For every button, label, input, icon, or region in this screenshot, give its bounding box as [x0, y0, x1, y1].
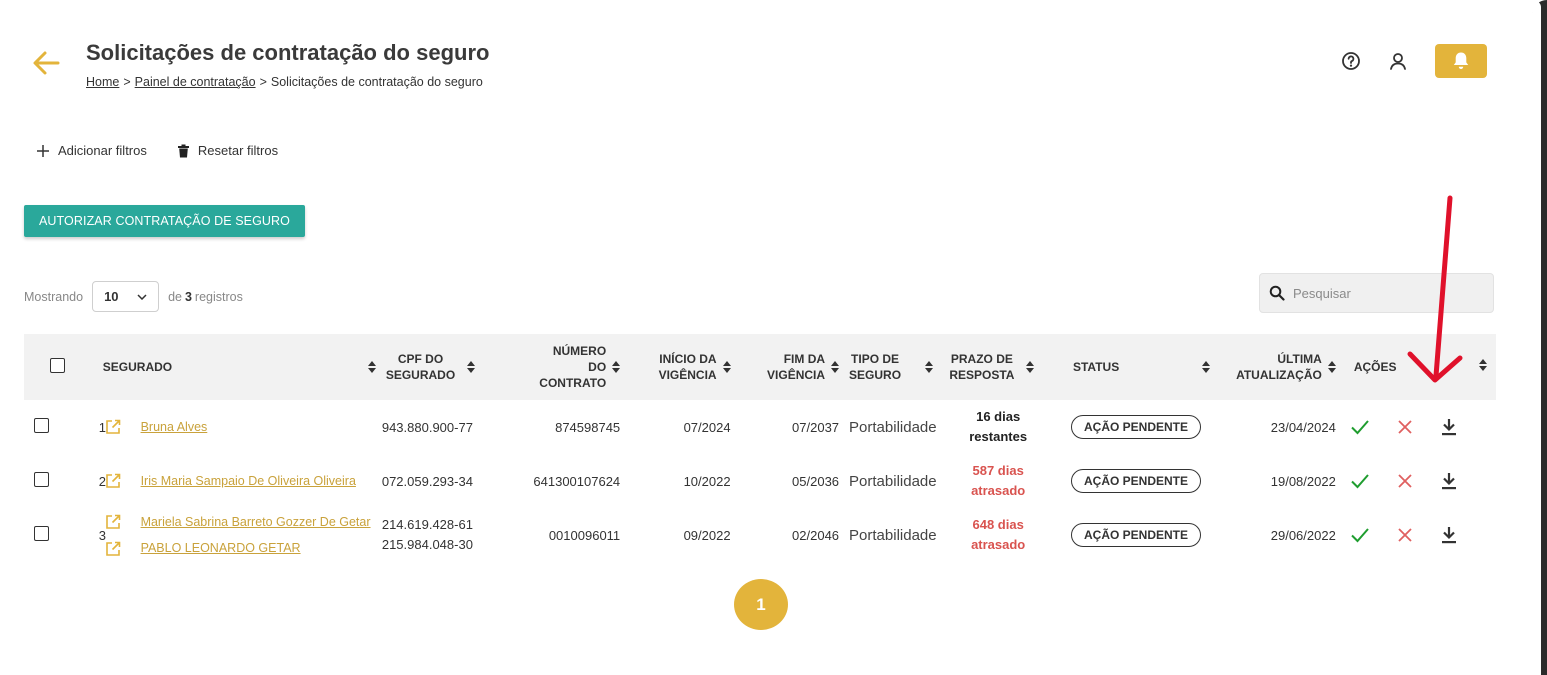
- updated-value: 19/08/2022: [1270, 473, 1336, 489]
- contract-value: 0010096011: [548, 527, 621, 543]
- external-link-icon[interactable]: [104, 540, 122, 558]
- help-icon[interactable]: [1339, 49, 1363, 73]
- sort-icon: [925, 361, 934, 373]
- row-index: 1: [98, 419, 106, 435]
- external-link-icon[interactable]: [104, 418, 122, 436]
- search-box[interactable]: [1259, 273, 1494, 313]
- page-title: Solicitações de contratação do seguro: [86, 40, 490, 65]
- row-index: 3: [98, 527, 106, 543]
- pagination-page-1[interactable]: 1: [734, 579, 788, 630]
- search-input[interactable]: [1293, 285, 1483, 301]
- breadcrumb-panel[interactable]: Painel de contratação: [135, 75, 256, 89]
- deadline-value: 16 dias restantes: [969, 409, 1028, 444]
- status-badge: AÇÃO PENDENTE: [1070, 469, 1201, 493]
- user-icon[interactable]: [1386, 49, 1410, 73]
- end-value: 02/2046: [792, 527, 840, 543]
- deadline-value: 587 dias atrasado: [971, 463, 1026, 498]
- sort-icon: [1478, 359, 1487, 371]
- download-icon[interactable]: [1438, 416, 1460, 438]
- updated-value: 29/06/2022: [1270, 527, 1336, 543]
- col-type[interactable]: TIPO DE SEGURO: [841, 334, 937, 400]
- reject-icon[interactable]: [1394, 416, 1416, 438]
- authorize-insurance-button[interactable]: AUTORIZAR CONTRATAÇÃO DE SEGURO: [24, 205, 305, 237]
- contract-value: 641300107624: [533, 473, 621, 489]
- row-checkbox[interactable]: [34, 526, 49, 541]
- updated-value: 23/04/2024: [1270, 419, 1336, 435]
- breadcrumb-current: Solicitações de contratação do seguro: [270, 75, 483, 89]
- col-status[interactable]: STATUS: [1059, 334, 1222, 400]
- table-row: 2 Iris Maria Sampaio De Oliveira Oliveir…: [24, 454, 1496, 508]
- status-badge: AÇÃO PENDENTE: [1070, 415, 1201, 439]
- external-link-icon[interactable]: [104, 513, 122, 531]
- sort-icon: [367, 361, 376, 373]
- sort-icon: [467, 361, 476, 373]
- download-icon[interactable]: [1438, 524, 1460, 546]
- col-actions: AÇÕES: [1353, 360, 1397, 374]
- approve-icon[interactable]: [1349, 524, 1371, 546]
- start-value: 07/2024: [683, 419, 731, 435]
- records-summary: Mostrando 10 de 3 registros: [24, 281, 243, 312]
- add-filters-button[interactable]: Adicionar filtros: [36, 143, 147, 158]
- cpf-value: 214.619.428-61 215.984.048-30: [381, 517, 473, 552]
- col-segurado[interactable]: SEGURADO: [81, 334, 382, 400]
- plus-icon: [37, 144, 49, 157]
- end-value: 05/2036: [792, 473, 840, 489]
- select-all-checkbox[interactable]: [49, 357, 65, 373]
- type-value: Portabilidade: [849, 526, 937, 544]
- reject-icon[interactable]: [1394, 524, 1416, 546]
- chevron-down-icon: [137, 293, 147, 300]
- table-header: SEGURADO CPF DO SEGURADO NÚMERO DO CONTRATO…: [24, 334, 1496, 400]
- sort-icon: [1202, 361, 1211, 373]
- type-value: Portabilidade: [849, 418, 937, 436]
- bell-icon: [1453, 52, 1469, 69]
- trash-icon: [177, 144, 189, 157]
- end-value: 07/2037: [792, 419, 840, 435]
- table-row: 3 Mariela Sabrina Barreto Gozzer De Geta…: [24, 508, 1496, 562]
- reject-icon[interactable]: [1394, 470, 1416, 492]
- type-value: Portabilidade: [849, 472, 937, 490]
- requests-table: SEGURADO CPF DO SEGURADO NÚMERO DO CONTRATO…: [24, 334, 1496, 562]
- search-icon: [1269, 285, 1285, 301]
- insured-link[interactable]: Mariela Sabrina Barreto Gozzer De Getar: [141, 515, 382, 529]
- row-index: 2: [98, 473, 106, 489]
- sort-icon: [612, 361, 621, 373]
- breadcrumb-home[interactable]: Home: [86, 75, 119, 89]
- col-updated[interactable]: ÚLTIMA ATUALIZAÇÃO: [1222, 334, 1344, 400]
- cpf-value: 943.880.900-77: [381, 419, 473, 435]
- sort-icon: [1327, 361, 1336, 373]
- col-cpf[interactable]: CPF DO SEGURADO: [382, 334, 511, 400]
- external-link-icon[interactable]: [104, 472, 122, 490]
- col-deadline[interactable]: PRAZO DE RESPOSTA: [937, 334, 1059, 400]
- col-end[interactable]: FIM DA VIGÊNCIA: [733, 334, 841, 400]
- sort-icon: [722, 361, 731, 373]
- notifications-button[interactable]: [1435, 44, 1487, 78]
- start-value: 09/2022: [683, 527, 731, 543]
- contract-value: 874598745: [555, 419, 621, 435]
- breadcrumb: Home > Painel de contratação > Solicitações …: [86, 75, 483, 89]
- window-edge: [1533, 0, 1547, 675]
- col-actions-sort[interactable]: [1465, 334, 1496, 400]
- insured-link[interactable]: Bruna Alves: [141, 420, 382, 434]
- page-size-select[interactable]: 10: [92, 281, 160, 312]
- sort-icon: [831, 361, 840, 373]
- download-icon[interactable]: [1438, 470, 1460, 492]
- approve-icon[interactable]: [1349, 470, 1371, 492]
- insured-link[interactable]: Iris Maria Sampaio De Oliveira Oliveira: [141, 474, 382, 488]
- deadline-value: 648 dias atrasado: [971, 517, 1026, 552]
- row-checkbox[interactable]: [34, 472, 49, 487]
- reset-filters-button[interactable]: Resetar filtros: [177, 143, 278, 158]
- col-start[interactable]: INÍCIO DA VIGÊNCIA: [628, 334, 732, 400]
- status-badge: AÇÃO PENDENTE: [1070, 523, 1201, 547]
- col-contract[interactable]: NÚMERO DO CONTRATO: [511, 334, 629, 400]
- insured-link[interactable]: PABLO LEONARDO GETAR: [141, 541, 382, 555]
- cpf-value: 072.059.293-34: [381, 473, 473, 489]
- start-value: 10/2022: [683, 473, 731, 489]
- row-checkbox[interactable]: [34, 418, 49, 433]
- sort-icon: [1026, 361, 1035, 373]
- table-row: 1 Bruna Alves 943.880.900-77 874598745 0…: [24, 400, 1496, 454]
- back-arrow-icon[interactable]: [30, 47, 62, 79]
- approve-icon[interactable]: [1349, 416, 1371, 438]
